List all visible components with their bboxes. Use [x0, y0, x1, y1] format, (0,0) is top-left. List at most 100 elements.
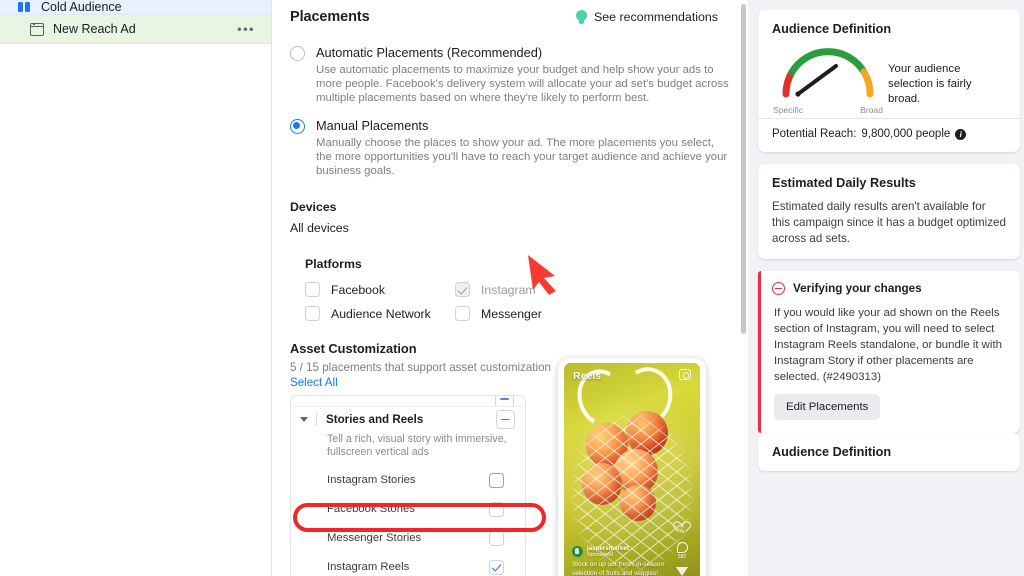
- center-scrollbar-thumb[interactable]: [741, 4, 746, 334]
- audience-definition-card: Audience Definition Specific Broad Your …: [758, 10, 1020, 152]
- error-circle-icon: [772, 282, 785, 295]
- devices-heading: Devices: [290, 200, 337, 215]
- avatar: [572, 545, 583, 557]
- sidebar-item-overflow-menu[interactable]: •••: [237, 23, 255, 36]
- see-recommendations-label: See recommendations: [594, 10, 718, 24]
- placement-label: Messenger Stories: [327, 532, 422, 545]
- audience-gauge: Specific Broad: [772, 42, 884, 115]
- group-name: Stories and Reels: [326, 412, 424, 426]
- warning-header: Verifying your changes: [772, 282, 1006, 295]
- warning-title: Verifying your changes: [793, 282, 922, 295]
- card-body: Estimated daily results aren't available…: [772, 200, 1006, 245]
- sponsored-label: Sponsored: [587, 551, 614, 558]
- option-automatic-placements[interactable]: Automatic Placements (Recommended) Use a…: [290, 45, 730, 106]
- center-scrollbar-track[interactable]: [741, 0, 747, 576]
- checkbox-box[interactable]: [455, 306, 470, 322]
- audience-definition-card-2: Audience Definition: [758, 433, 1020, 471]
- placement-row-instagram-reels[interactable]: Instagram Reels: [291, 553, 525, 576]
- estimated-daily-results-card: Estimated Daily Results Estimated daily …: [758, 164, 1020, 259]
- radio-manual-placements[interactable]: [290, 118, 305, 134]
- platforms-heading: Platforms: [305, 257, 362, 272]
- gauge-svg: [782, 48, 874, 98]
- checkbox-box[interactable]: [305, 306, 320, 322]
- checkbox-label: Audience Network: [331, 306, 431, 321]
- checkbox-label: Instagram: [481, 282, 536, 297]
- comment-icon[interactable]: [676, 542, 688, 553]
- preview-brand-row: jaspersmarket Sponsored: [572, 545, 674, 559]
- campaign-tree-sidebar: Cold Audience New Reach Ad •••: [0, 0, 271, 576]
- platforms-row: Audience Network Messenger: [305, 306, 605, 322]
- checkbox-facebook[interactable]: Facebook: [305, 282, 455, 298]
- option-label: Automatic Placements (Recommended): [316, 45, 543, 60]
- card-title: Estimated Daily Results: [772, 176, 916, 190]
- placement-group-partial-above: [291, 396, 525, 408]
- checkbox-instagram-stories[interactable]: [489, 472, 504, 488]
- placement-label: Instagram Reels: [327, 561, 410, 574]
- placement-row-facebook-stories[interactable]: Facebook Stories: [291, 495, 525, 524]
- ad-preview-phone: Reels 7k 582 jaspersmarket Sponsored Sto…: [558, 358, 706, 576]
- group-description: Tell a rich, visual story with immersive…: [327, 433, 507, 459]
- option-description: Manually choose the places to show your …: [316, 136, 728, 178]
- checkbox-facebook-stories[interactable]: [489, 501, 504, 517]
- placement-group-stories-and-reels[interactable]: Stories and Reels: [291, 407, 525, 431]
- preview-action-rail: 7k 582: [671, 517, 693, 576]
- heart-icon[interactable]: [676, 517, 688, 528]
- sidebar-item-label: Cold Audience: [41, 0, 122, 14]
- comment-count: 582: [677, 554, 687, 560]
- share-action[interactable]: [676, 567, 688, 576]
- divider: [758, 118, 1020, 119]
- reels-label: Reels: [573, 370, 602, 382]
- card-title: Audience Definition: [772, 22, 892, 36]
- edit-placements-button[interactable]: Edit Placements: [774, 394, 881, 420]
- sidebar-item-cold-audience[interactable]: Cold Audience: [0, 0, 271, 14]
- checkbox-label: Messenger: [481, 306, 542, 321]
- preview-caption: Stock on up our fresh, in-season selecti…: [572, 561, 665, 576]
- brand-name: jaspersmarket: [587, 544, 629, 552]
- placement-row-messenger-stories[interactable]: Messenger Stories: [291, 524, 525, 553]
- checkbox-box[interactable]: [305, 282, 320, 298]
- checkbox-instagram[interactable]: Instagram: [455, 282, 605, 298]
- sidebar-divider: [0, 43, 271, 44]
- checkbox-instagram-reels[interactable]: [489, 559, 504, 575]
- ad-preview-screen: Reels 7k 582 jaspersmarket Sponsored Sto…: [564, 363, 700, 576]
- chevron-down-icon[interactable]: [300, 416, 308, 422]
- placements-list-card: Stories and Reels Tell a rich, visual st…: [290, 395, 526, 576]
- group-divider: [316, 412, 317, 426]
- preview-footer: jaspersmarket Sponsored Stock on up our …: [572, 545, 674, 576]
- verifying-changes-card: Verifying your changes If you would like…: [758, 271, 1020, 433]
- gauge-label-specific: Specific: [773, 105, 804, 115]
- radio-automatic-placements[interactable]: [290, 46, 305, 61]
- asset-customization-heading: Asset Customization: [290, 341, 417, 357]
- like-action[interactable]: 7k: [676, 517, 688, 535]
- warning-body: If you would like your ad shown on the R…: [774, 307, 1002, 383]
- see-recommendations-link[interactable]: See recommendations: [576, 9, 730, 25]
- option-description: Use automatic placements to maximize you…: [316, 64, 729, 105]
- platforms-row: Facebook Instagram: [305, 282, 605, 298]
- option-manual-placements[interactable]: Manual Placements Manually choose the pl…: [290, 118, 730, 179]
- camera-icon[interactable]: [679, 369, 691, 380]
- option-label: Manual Placements: [316, 117, 429, 133]
- insights-sidebar: Audience Definition Specific Broad Your …: [748, 0, 1024, 576]
- info-icon[interactable]: i: [955, 128, 967, 140]
- minus-icon[interactable]: [495, 396, 514, 407]
- placement-row-instagram-stories[interactable]: Instagram Stories: [291, 466, 525, 495]
- comment-action[interactable]: 582: [676, 542, 688, 560]
- checkbox-label: Facebook: [331, 282, 386, 297]
- card-title: Audience Definition: [772, 445, 892, 459]
- potential-reach-label: Potential Reach:: [772, 128, 857, 140]
- checkbox-box[interactable]: [455, 282, 470, 298]
- minus-icon[interactable]: [496, 409, 515, 429]
- checkbox-messenger[interactable]: Messenger: [455, 306, 605, 322]
- ad-icon: [30, 22, 44, 36]
- devices-value[interactable]: All devices: [290, 221, 730, 235]
- audience-icon: [18, 0, 32, 14]
- placements-header: Placements See recommendations: [290, 0, 730, 25]
- ads-manager-window: Cold Audience New Reach Ad ••• Placement…: [0, 0, 1024, 576]
- potential-reach-value: 9,800,000 people: [861, 128, 951, 140]
- gauge-label-broad: Broad: [860, 105, 883, 115]
- sidebar-item-new-reach-ad[interactable]: New Reach Ad •••: [0, 15, 271, 43]
- checkbox-audience-network[interactable]: Audience Network: [305, 306, 455, 322]
- send-icon[interactable]: [676, 567, 688, 576]
- page-title: Placements: [290, 9, 370, 25]
- checkbox-messenger-stories[interactable]: [489, 530, 504, 546]
